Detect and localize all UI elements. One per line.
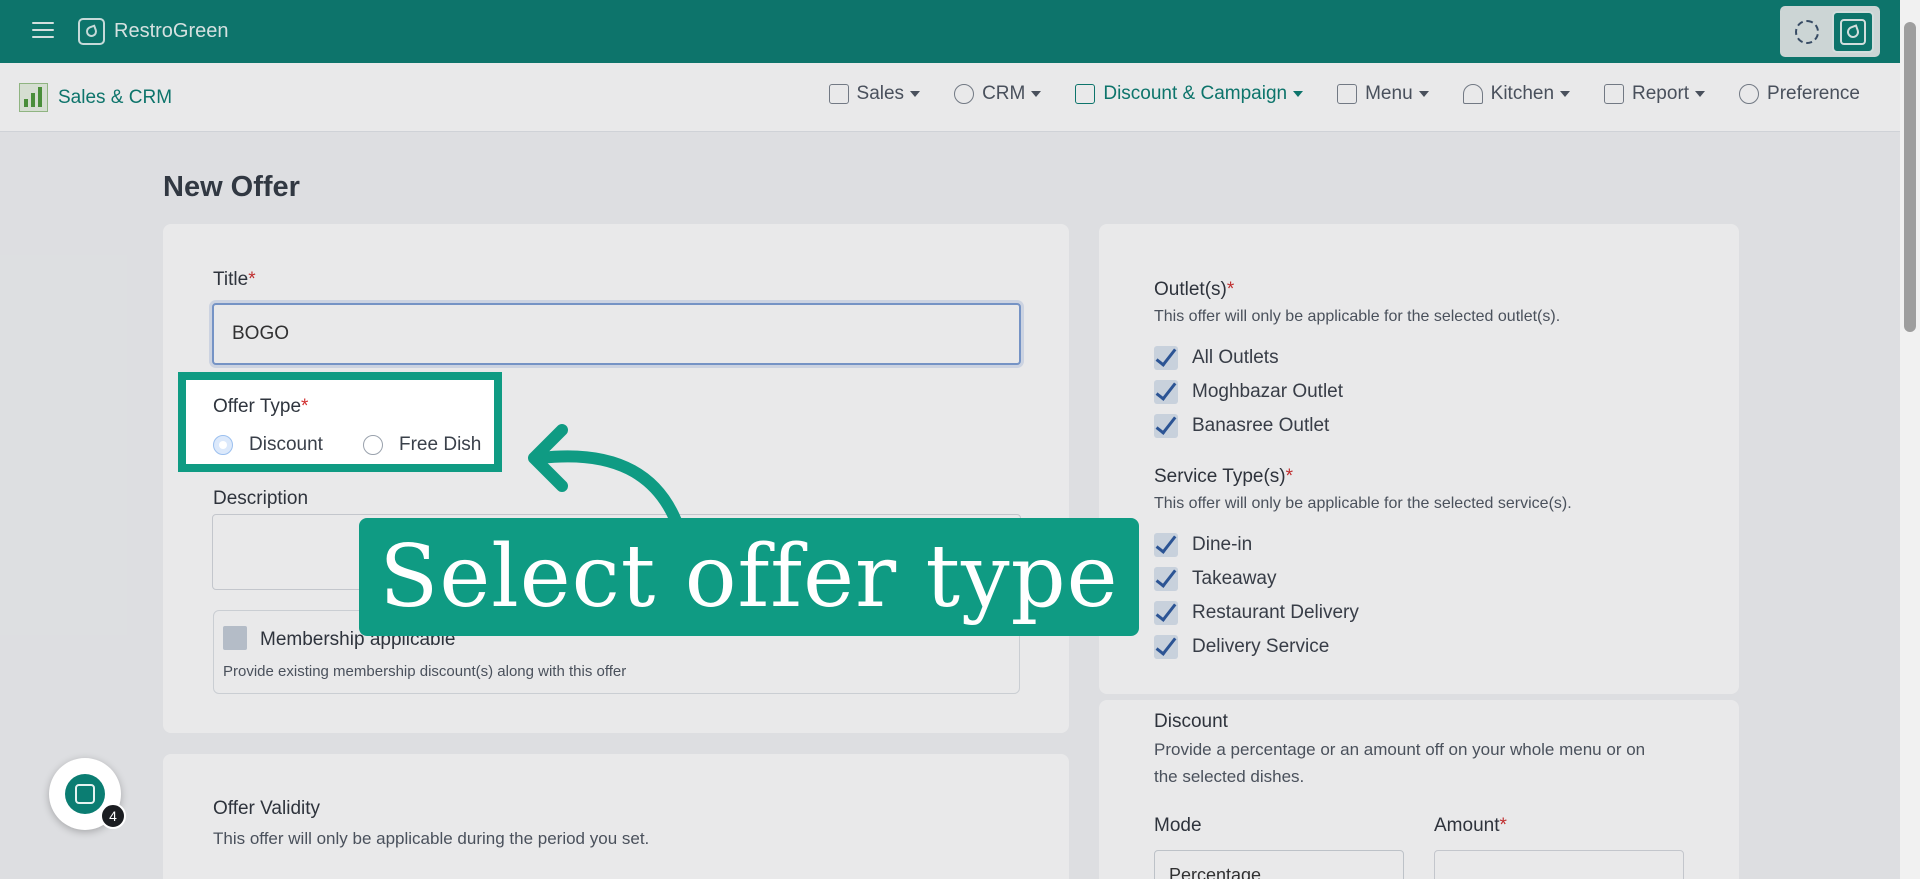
offer-type-free-dish[interactable]: Free Dish bbox=[363, 434, 481, 456]
notification-count-badge: 4 bbox=[100, 803, 126, 829]
outlet-option[interactable]: Banasree Outlet bbox=[1154, 414, 1329, 438]
lightbulb-icon[interactable] bbox=[1787, 12, 1827, 52]
nav-label: Kitchen bbox=[1490, 83, 1555, 104]
callout-text: Select offer type bbox=[379, 527, 1119, 627]
top-right-widgets bbox=[1780, 6, 1880, 57]
restaurant-logo-icon[interactable] bbox=[1831, 10, 1874, 53]
discount-label: Discount bbox=[1154, 711, 1228, 732]
title-input-value: BOGO bbox=[232, 323, 290, 344]
checkbox-checked[interactable] bbox=[1154, 380, 1178, 404]
nav-crm[interactable]: CRM bbox=[954, 83, 1042, 105]
nav-kitchen[interactable]: Kitchen bbox=[1462, 83, 1571, 105]
outlet-option[interactable]: All Outlets bbox=[1154, 346, 1279, 370]
service-option[interactable]: Delivery Service bbox=[1154, 635, 1329, 659]
nav-discount-campaign[interactable]: Discount & Campaign bbox=[1075, 83, 1304, 105]
caret-down-icon bbox=[1560, 91, 1571, 97]
service-option[interactable]: Takeaway bbox=[1154, 567, 1277, 591]
mode-label: Mode bbox=[1154, 815, 1202, 836]
outlets-label: Outlet(s)* bbox=[1154, 279, 1235, 300]
nav-sales[interactable]: Sales bbox=[828, 83, 921, 105]
register-icon bbox=[828, 84, 849, 104]
module-menu: Sales CRM Discount & Campaign Menu Kitch… bbox=[795, 83, 1860, 105]
hamburger-menu-icon[interactable] bbox=[32, 22, 54, 40]
amount-input[interactable] bbox=[1434, 850, 1684, 879]
radio-label: Discount bbox=[249, 434, 323, 455]
checkbox-checked[interactable] bbox=[1154, 601, 1178, 625]
app-name: RestroGreen bbox=[114, 20, 229, 42]
amount-label: Amount* bbox=[1434, 815, 1507, 836]
nav-preference[interactable]: Preference bbox=[1739, 83, 1860, 105]
validity-label: Offer Validity bbox=[213, 798, 321, 819]
radio-selected[interactable] bbox=[213, 435, 233, 455]
radio-label: Free Dish bbox=[399, 434, 482, 455]
menu-list-icon bbox=[1337, 84, 1358, 104]
module-title[interactable]: Sales & CRM bbox=[19, 83, 172, 112]
nav-label: Sales bbox=[856, 83, 905, 104]
chart-icon bbox=[19, 83, 48, 112]
nav-label: Report bbox=[1632, 83, 1690, 104]
discount-help-1: Provide a percentage or an amount off on… bbox=[1154, 740, 1646, 759]
caret-down-icon bbox=[1293, 91, 1304, 97]
service-types-help: This offer will only be applicable for t… bbox=[1154, 495, 1572, 512]
checkbox-checked[interactable] bbox=[1154, 635, 1178, 659]
top-app-bar: RestroGreen bbox=[0, 0, 1900, 63]
nav-label: Preference bbox=[1767, 83, 1860, 104]
nav-report[interactable]: Report bbox=[1604, 83, 1706, 105]
tutorial-callout: Select offer type bbox=[359, 518, 1139, 636]
discount-help-2: the selected dishes. bbox=[1154, 767, 1305, 786]
mode-select-value: Percentage bbox=[1169, 865, 1262, 879]
nav-label: Menu bbox=[1365, 83, 1413, 104]
report-icon bbox=[1604, 84, 1625, 104]
page-title: New Offer bbox=[163, 171, 300, 203]
title-input[interactable]: BOGO bbox=[212, 303, 1021, 365]
offer-type-label: Offer Type* bbox=[213, 396, 309, 417]
caret-down-icon bbox=[1695, 91, 1706, 97]
outlets-help: This offer will only be applicable for t… bbox=[1154, 308, 1561, 325]
gear-icon bbox=[1739, 84, 1760, 104]
service-option[interactable]: Restaurant Delivery bbox=[1154, 601, 1359, 625]
membership-checkbox[interactable] bbox=[223, 626, 247, 650]
nav-menu[interactable]: Menu bbox=[1337, 83, 1429, 105]
megaphone-icon bbox=[1075, 84, 1096, 104]
offer-type-discount[interactable]: Discount bbox=[213, 434, 323, 456]
scrollbar-thumb[interactable] bbox=[1904, 22, 1916, 332]
validity-help: This offer will only be applicable durin… bbox=[213, 829, 650, 848]
offer-type-highlight: Offer Type* Discount Free Dish bbox=[178, 372, 502, 472]
caret-down-icon bbox=[1031, 91, 1042, 97]
outlet-option[interactable]: Moghbazar Outlet bbox=[1154, 380, 1343, 404]
chat-icon bbox=[65, 774, 105, 814]
mode-select[interactable]: Percentage bbox=[1154, 850, 1404, 879]
checkbox-checked[interactable] bbox=[1154, 346, 1178, 370]
page-scrollbar[interactable] bbox=[1900, 0, 1920, 879]
nav-label: Discount & Campaign bbox=[1103, 83, 1288, 104]
module-name: Sales & CRM bbox=[58, 86, 173, 108]
service-types-label: Service Type(s)* bbox=[1154, 466, 1294, 487]
chef-icon bbox=[1462, 84, 1483, 104]
caret-down-icon bbox=[910, 91, 921, 97]
nav-label: CRM bbox=[982, 83, 1026, 104]
leaf-logo-icon bbox=[78, 18, 105, 45]
title-label: Title* bbox=[213, 269, 256, 290]
radio-unselected[interactable] bbox=[363, 435, 383, 455]
checkbox-checked[interactable] bbox=[1154, 567, 1178, 591]
description-label: Description bbox=[213, 488, 309, 509]
module-navbar: Sales & CRM Sales CRM Discount & Campaig… bbox=[0, 63, 1900, 132]
users-icon bbox=[954, 84, 975, 104]
checkbox-checked[interactable] bbox=[1154, 533, 1178, 557]
membership-help: Provide existing membership discount(s) … bbox=[223, 663, 627, 680]
checkbox-checked[interactable] bbox=[1154, 414, 1178, 438]
app-brand[interactable]: RestroGreen bbox=[78, 18, 229, 45]
service-option[interactable]: Dine-in bbox=[1154, 533, 1252, 557]
caret-down-icon bbox=[1418, 91, 1429, 97]
